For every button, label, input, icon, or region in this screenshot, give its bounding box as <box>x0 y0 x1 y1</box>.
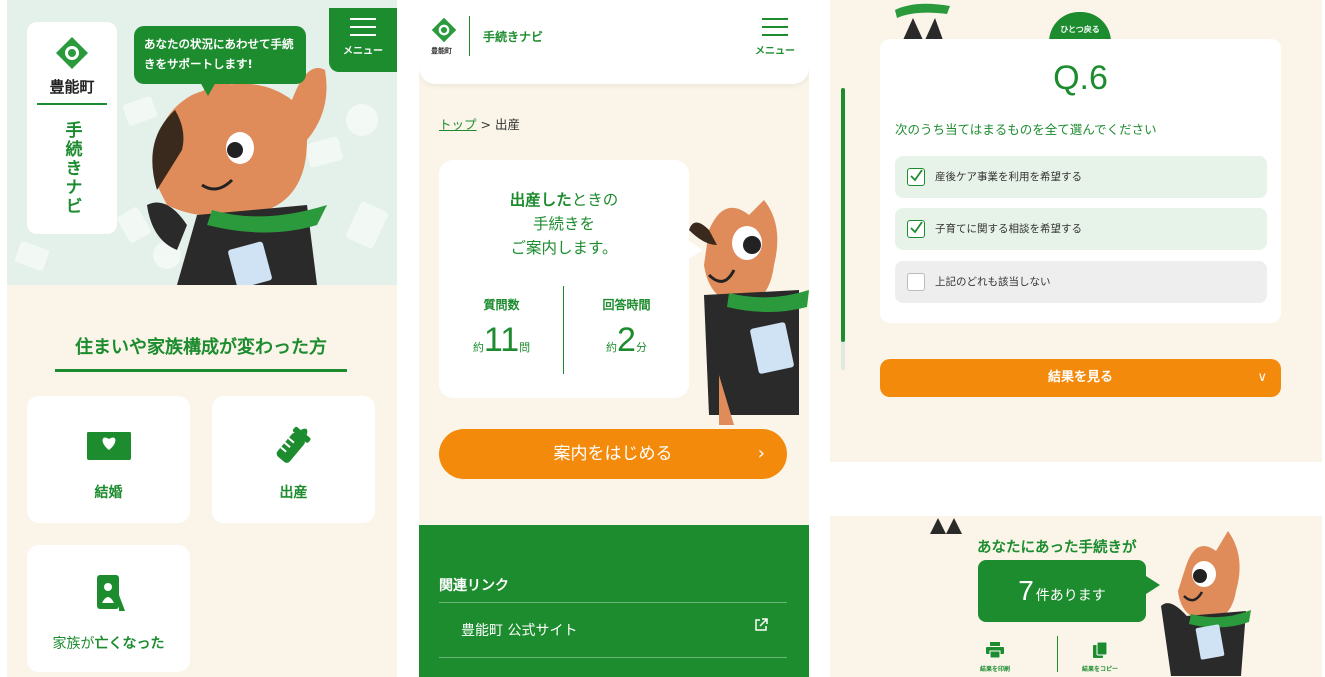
back-button[interactable]: ひとつ戻る <box>1049 12 1111 42</box>
bubble-tail <box>200 82 216 96</box>
printer-icon <box>986 642 1004 659</box>
town-name: 豊能町 <box>49 78 95 96</box>
hamburger-icon <box>762 18 788 36</box>
checkbox-checked-icon[interactable] <box>907 220 925 238</box>
start-guide-button[interactable]: 案内をはじめる › <box>439 429 787 479</box>
app-title[interactable]: 手続きナビ <box>483 28 543 45</box>
app-name: 手続きナビ <box>61 120 82 216</box>
breadcrumb: トップ > 出産 <box>439 114 520 133</box>
external-link-icon[interactable] <box>753 617 769 633</box>
chevron-down-icon: ∨ <box>1257 370 1267 385</box>
breadcrumb-top-link[interactable]: トップ <box>439 117 477 132</box>
mascot-feet-icon <box>930 518 962 534</box>
section-title: 住まいや家族構成が変わった方 <box>55 333 347 372</box>
baby-bottle-icon <box>276 426 310 463</box>
logo-divider <box>37 103 107 105</box>
category-label: 結婚 <box>94 485 123 501</box>
result-section: あなたにあった手続きが 7 件あります 結果を印刷 結果をコピー <box>830 516 1322 677</box>
option-label: 上記のどれも該当しない <box>935 276 1051 288</box>
intro-text: 出産したときの 手続きを ご案内します。 <box>509 191 619 257</box>
option-checkbox[interactable]: 上記のどれも該当しない <box>895 261 1267 303</box>
related-links-heading: 関連リンク <box>439 578 509 594</box>
checkbox-checked-icon[interactable] <box>907 168 925 186</box>
result-heading: あなたにあった手続きが <box>977 540 1137 556</box>
tools-divider <box>1057 636 1058 672</box>
header-divider <box>469 16 470 56</box>
birth-intro-screen: 豊能町 手続きナビ メニュー トップ > 出産 出産したときの 手続きを ご案内… <box>419 0 809 677</box>
divider <box>439 602 787 603</box>
copy-icon <box>1093 641 1108 658</box>
breadcrumb-separator: > <box>480 117 491 132</box>
mascot-dog-icon <box>1161 531 1251 676</box>
speech-text: あなたの状況にあわせて手続きをサポートします! <box>144 37 294 71</box>
question-text: 次のうち当てはまるものを全て選んでください <box>895 122 1157 137</box>
official-site-link[interactable]: 豊能町 公式サイト <box>461 620 577 640</box>
portrait-frame-icon <box>96 575 125 611</box>
option-checkbox[interactable]: 産後ケア事業を利用を希望する <box>895 156 1267 198</box>
copy-result-button[interactable]: 結果をコピー <box>1082 641 1118 673</box>
speech-bubble: あなたの状況にあわせて手続きをサポートします! <box>134 26 306 96</box>
view-result-button[interactable]: 結果を見る ∨ <box>880 359 1281 397</box>
question-number: Q.6 <box>1053 59 1108 97</box>
town-emblem-icon[interactable] <box>431 17 457 43</box>
category-bereavement-card[interactable]: 家族が亡くなった <box>27 545 190 672</box>
category-label: 出産 <box>279 485 308 501</box>
town-emblem-icon <box>56 37 88 69</box>
question-card: Q.6 次のうち当てはまるものを全て選んでください 産後ケア事業を利用を希望する… <box>880 39 1281 323</box>
chevron-right-icon: › <box>757 443 765 464</box>
letter-heart-icon <box>86 432 131 460</box>
divider <box>439 657 787 658</box>
home-screen: 豊能町 手続きナビ あなたの状況にあわせて手続きをサポートします! メニュー 住… <box>7 0 397 677</box>
mascot-feet-icon <box>895 3 950 40</box>
question-count-stat: 質問数 約11問 <box>472 298 531 359</box>
app-logo[interactable]: 豊能町 手続きナビ <box>27 22 117 234</box>
category-marriage-card[interactable]: 結婚 <box>27 396 190 523</box>
progress-bar <box>841 88 845 370</box>
menu-button[interactable]: メニュー <box>329 8 397 72</box>
mascot-dog-icon <box>689 200 809 425</box>
checkbox-unchecked-icon[interactable] <box>907 273 925 291</box>
result-count-box: 7 件あります <box>978 560 1160 622</box>
progress-fill <box>841 88 845 342</box>
card-tail <box>687 240 703 260</box>
menu-button[interactable]: メニュー <box>755 18 795 57</box>
town-name: 豊能町 <box>431 47 452 55</box>
menu-label: メニュー <box>755 46 795 57</box>
option-label: 産後ケア事業を利用を希望する <box>935 171 1082 183</box>
stats-row: 質問数 約11問 回答時間 約2分 <box>439 286 689 376</box>
menu-label: メニュー <box>343 46 383 57</box>
category-birth-card[interactable]: 出産 <box>212 396 375 523</box>
option-checkbox[interactable]: 子育てに関する相談を希望する <box>895 208 1267 250</box>
question-section: ひとつ戻る Q.6 次のうち当てはまるものを全て選んでください 産後ケア事業を利… <box>830 0 1322 462</box>
answer-time-stat: 回答時間 約2分 <box>602 298 651 359</box>
question-and-result-screen: ひとつ戻る Q.6 次のうち当てはまるものを全て選んでください 産後ケア事業を利… <box>830 0 1322 677</box>
breadcrumb-current: 出産 <box>494 117 520 132</box>
option-label: 子育てに関する相談を希望する <box>935 223 1082 235</box>
category-label: 家族が亡くなった <box>52 636 165 652</box>
app-header: 豊能町 手続きナビ メニュー <box>419 0 809 84</box>
related-links-section: 関連リンク 豊能町 公式サイト <box>419 525 809 677</box>
hamburger-icon <box>350 18 376 36</box>
intro-card: 出産したときの 手続きを ご案内します。 質問数 約11問 回答時間 約2分 <box>439 160 703 398</box>
print-result-button[interactable]: 結果を印刷 <box>980 642 1010 673</box>
